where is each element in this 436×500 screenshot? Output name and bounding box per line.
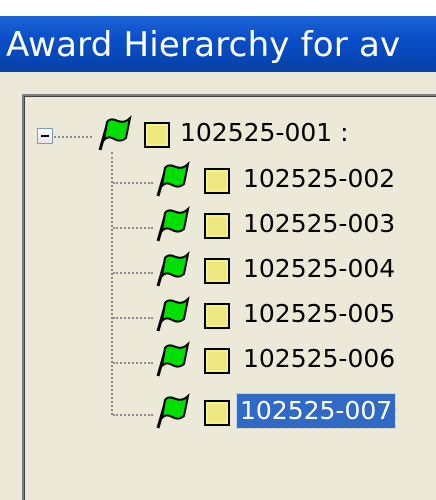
green-flag-icon [156,295,190,332]
yellow-folder-icon [204,348,230,374]
green-flag-icon [98,114,132,151]
minus-expander-icon[interactable] [37,128,53,144]
green-flag-icon [156,250,190,287]
window-title-bar[interactable]: Award Hierarchy for av [0,16,436,72]
green-flag-icon [156,160,190,197]
green-flag-icon [156,205,190,242]
tree-node-label: 102525-004 [243,254,396,283]
tree-connector [113,272,153,274]
yellow-folder-icon [204,213,230,239]
award-tree-view[interactable]: 102525-001 : 102525-002 102525-003 10252… [22,94,436,500]
tree-node-label: 102525-003 [243,209,396,238]
tree-node-label: 102525-005 [243,299,396,328]
yellow-folder-icon [144,122,170,148]
tree-connector [113,414,153,416]
tree-node-label: 102525-006 [243,344,396,373]
green-flag-icon [156,340,190,377]
yellow-folder-icon [204,303,230,329]
title-area: Award Hierarchy for av [0,0,436,72]
tree-node-child[interactable]: 102525-002 [24,160,424,202]
tree-node-label: 102525-007 [235,393,397,429]
yellow-folder-icon [204,258,230,284]
tree-node-child[interactable]: 102525-003 [24,205,424,247]
tree-connector [113,362,153,364]
yellow-folder-icon [204,400,230,426]
tree-node-child-selected[interactable]: 102525-007 [24,392,424,434]
window-title: Award Hierarchy for av [6,25,401,65]
tree-node-label: 102525-001 : [180,118,349,147]
green-flag-icon [156,392,190,429]
tree-node-child[interactable]: 102525-006 [24,340,424,382]
tree-connector [113,182,153,184]
tree-node-child[interactable]: 102525-005 [24,295,424,337]
yellow-folder-icon [204,168,230,194]
tree-node-root[interactable]: 102525-001 : [24,114,424,156]
tree-node-label: 102525-002 [243,164,396,193]
tree-connector [113,227,153,229]
tree-connector [113,317,153,319]
tree-node-child[interactable]: 102525-004 [24,250,424,292]
